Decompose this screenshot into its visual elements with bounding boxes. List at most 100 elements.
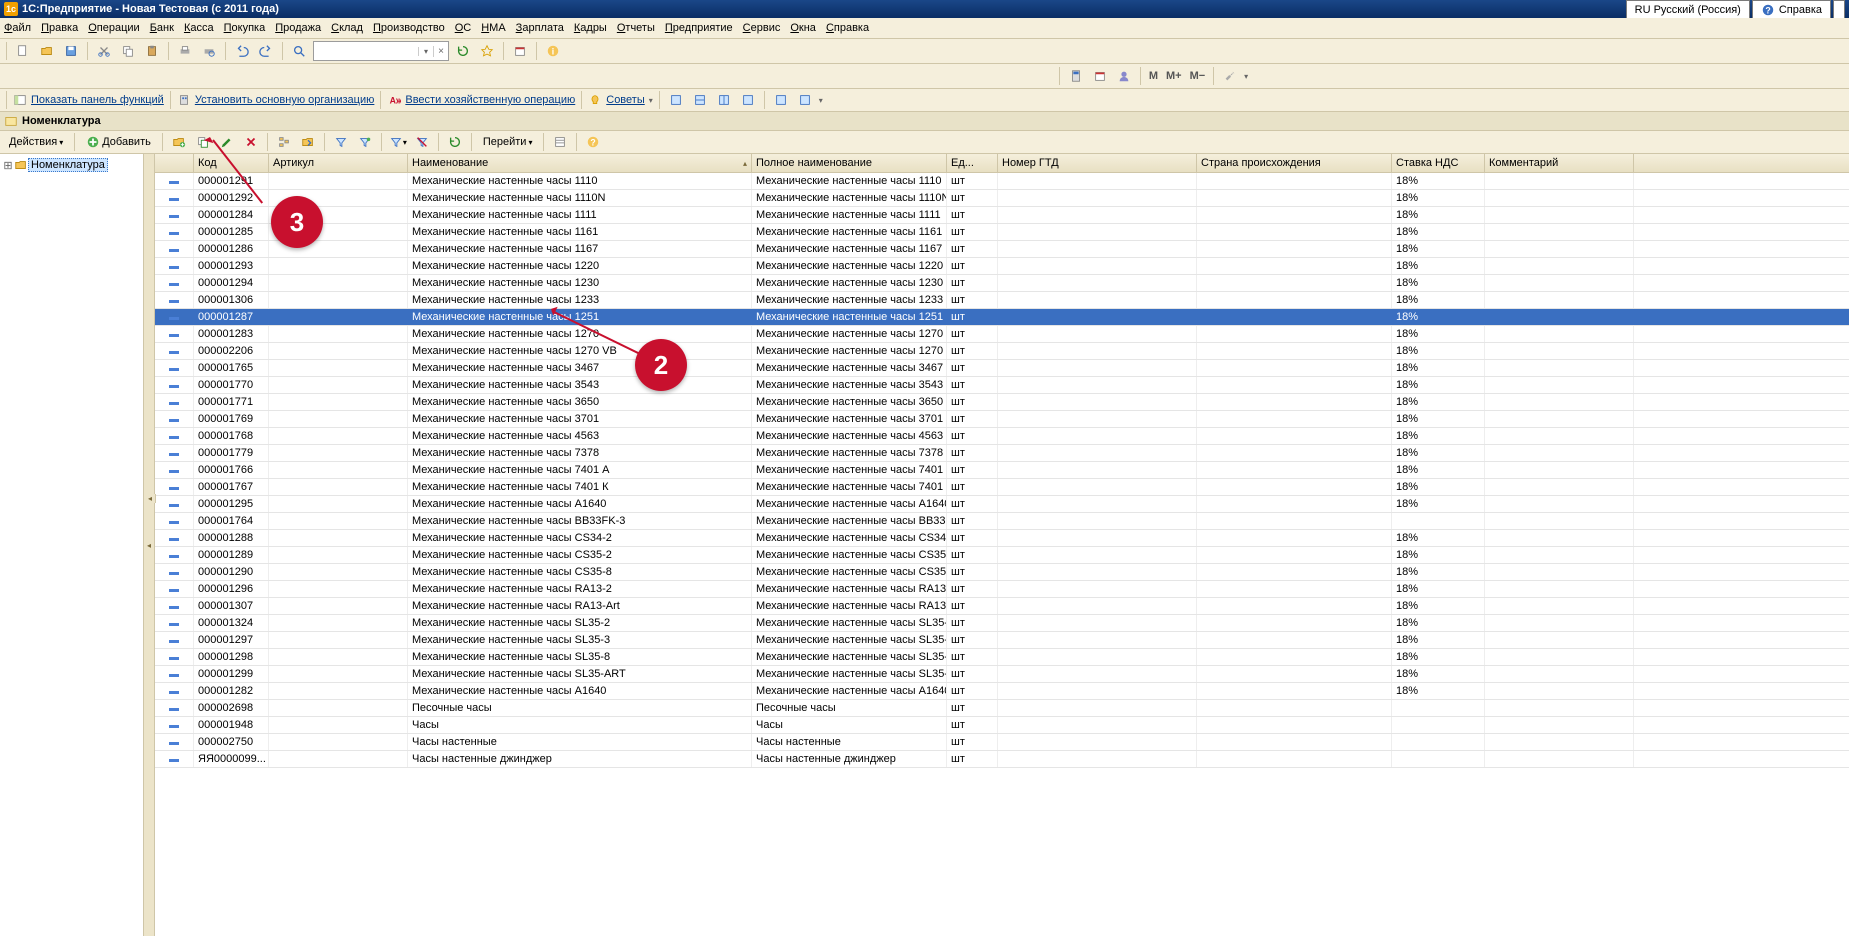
combo-drop-icon[interactable]: ▾	[418, 47, 433, 56]
menu-item[interactable]: Окна	[790, 22, 816, 34]
table-row[interactable]: ▬000001299Механические настенные часы SL…	[155, 666, 1849, 683]
delete-icon[interactable]	[241, 132, 261, 152]
copy-icon[interactable]	[118, 41, 138, 61]
table-row[interactable]: ▬000001293Механические настенные часы 12…	[155, 258, 1849, 275]
table-row[interactable]: ▬000001297Механические настенные часы SL…	[155, 632, 1849, 649]
actions-button[interactable]: Действия▾	[4, 132, 68, 152]
undo-icon[interactable]	[232, 41, 252, 61]
hierarchy-icon[interactable]	[274, 132, 294, 152]
table-row[interactable]: ▬000001306Механические настенные часы 12…	[155, 292, 1849, 309]
search-combo[interactable]: ▾ ×	[313, 41, 449, 61]
menu-item[interactable]: Склад	[331, 22, 363, 34]
menu-item[interactable]: Кадры	[574, 22, 607, 34]
col-nds[interactable]: Ставка НДС	[1392, 154, 1485, 172]
menu-item[interactable]: Производство	[373, 22, 445, 34]
table-row[interactable]: ▬000001324Механические настенные часы SL…	[155, 615, 1849, 632]
report1-icon[interactable]	[666, 90, 686, 110]
tree-root-row[interactable]: ⊞ Номенклатура	[0, 154, 143, 176]
move-icon[interactable]	[298, 132, 318, 152]
language-tab[interactable]: RU Русский (Россия)	[1626, 0, 1750, 18]
refresh-icon[interactable]	[453, 41, 473, 61]
menu-item[interactable]: Файл	[4, 22, 31, 34]
table-row[interactable]: ▬000001287Механические настенные часы 12…	[155, 309, 1849, 326]
refresh2-icon[interactable]	[445, 132, 465, 152]
col-name[interactable]: Наименование	[408, 154, 752, 172]
wrench-icon[interactable]	[1220, 66, 1240, 86]
menu-item[interactable]: Банк	[150, 22, 174, 34]
redo-icon[interactable]	[256, 41, 276, 61]
print-preview-icon[interactable]	[199, 41, 219, 61]
menu-item[interactable]: Предприятие	[665, 22, 733, 34]
tree-root-label[interactable]: Номенклатура	[28, 158, 108, 172]
save-icon[interactable]	[61, 41, 81, 61]
table-row[interactable]: ▬000001288Механические настенные часы CS…	[155, 530, 1849, 547]
splitter-left[interactable]: ◂	[144, 154, 155, 936]
table-row[interactable]: ▬000001307Механические настенные часы RA…	[155, 598, 1849, 615]
col-unit[interactable]: Ед...	[947, 154, 998, 172]
report4-icon[interactable]	[738, 90, 758, 110]
favorites-icon[interactable]	[477, 41, 497, 61]
memory-m[interactable]: M	[1147, 70, 1160, 82]
table-row[interactable]: ▬000001948ЧасыЧасышт	[155, 717, 1849, 734]
table-row[interactable]: ▬000001765Механические настенные часы 34…	[155, 360, 1849, 377]
filter-off-icon[interactable]	[412, 132, 432, 152]
table-row[interactable]: ▬000001295Механические настенные часы A1…	[155, 496, 1849, 513]
col-full[interactable]: Полное наименование	[752, 154, 947, 172]
table-row[interactable]: ▬000001771Механические настенные часы 36…	[155, 394, 1849, 411]
table-row[interactable]: ▬000001769Механические настенные часы 37…	[155, 411, 1849, 428]
menu-item[interactable]: Касса	[184, 22, 214, 34]
col-art[interactable]: Артикул	[269, 154, 408, 172]
search-icon[interactable]	[289, 41, 309, 61]
table-row[interactable]: ▬000001294Механические настенные часы 12…	[155, 275, 1849, 292]
memory-mminus[interactable]: M−	[1188, 70, 1208, 82]
report2-icon[interactable]	[690, 90, 710, 110]
table-row[interactable]: ▬000001285Механические настенные часы 11…	[155, 224, 1849, 241]
filter3-icon[interactable]: ▾	[388, 132, 408, 152]
calc-icon[interactable]	[1066, 66, 1086, 86]
report6-icon[interactable]	[795, 90, 815, 110]
table-row[interactable]: ▬000001282Механические настенные часы А1…	[155, 683, 1849, 700]
add-button[interactable]: Добавить	[81, 132, 156, 152]
table-row[interactable]: ▬000001289Механические настенные часы CS…	[155, 547, 1849, 564]
menu-item[interactable]: Продажа	[275, 22, 321, 34]
table-row[interactable]: ▬000001283Механические настенные часы 12…	[155, 326, 1849, 343]
combo-clear-icon[interactable]: ×	[433, 46, 448, 57]
calendar-icon[interactable]	[510, 41, 530, 61]
tips-link[interactable]: Советы	[606, 94, 644, 106]
splitter-bottom[interactable]: ◂	[145, 494, 156, 503]
cut-icon[interactable]	[94, 41, 114, 61]
table-row[interactable]: ▬000001296Механические настенные часы RA…	[155, 581, 1849, 598]
report5-icon[interactable]	[771, 90, 791, 110]
col-index[interactable]	[155, 154, 194, 172]
add-folder-icon[interactable]	[169, 132, 189, 152]
col-gtd[interactable]: Номер ГТД	[998, 154, 1197, 172]
open-icon[interactable]	[37, 41, 57, 61]
menu-item[interactable]: Отчеты	[617, 22, 655, 34]
table-row[interactable]: ▬000001766Механические настенные часы 74…	[155, 462, 1849, 479]
goto-button[interactable]: Перейти▾	[478, 132, 538, 152]
table-row[interactable]: ▬000001764Механические настенные часы BB…	[155, 513, 1849, 530]
table-row[interactable]: ▬000001768Механические настенные часы 45…	[155, 428, 1849, 445]
set-org-link[interactable]: Установить основную организацию	[195, 94, 375, 106]
table-row[interactable]: ▬000001291Механические настенные часы 11…	[155, 173, 1849, 190]
menu-item[interactable]: НМА	[481, 22, 505, 34]
filter1-icon[interactable]	[331, 132, 351, 152]
menu-item[interactable]: Покупка	[224, 22, 266, 34]
table-row[interactable]: ▬000002698Песочные часыПесочные часышт	[155, 700, 1849, 717]
show-panel-link[interactable]: Показать панель функций	[31, 94, 164, 106]
menu-item[interactable]: Правка	[41, 22, 78, 34]
print-icon[interactable]	[175, 41, 195, 61]
table-row[interactable]: ▬000001292Механические настенные часы 11…	[155, 190, 1849, 207]
table-row[interactable]: ▬000001290Механические настенные часы CS…	[155, 564, 1849, 581]
table-row[interactable]: ▬000002750Часы настенныеЧасы настенныешт	[155, 734, 1849, 751]
menu-item[interactable]: Сервис	[743, 22, 781, 34]
window-tab-label[interactable]: Номенклатура	[22, 115, 101, 127]
help-tab[interactable]: ? Справка	[1752, 0, 1831, 18]
table-row[interactable]: ▬000002206Механические настенные часы 12…	[155, 343, 1849, 360]
filter2-icon[interactable]	[355, 132, 375, 152]
help2-icon[interactable]: ?	[583, 132, 603, 152]
menu-item[interactable]: Справка	[826, 22, 869, 34]
col-comment[interactable]: Комментарий	[1485, 154, 1634, 172]
paste-icon[interactable]	[142, 41, 162, 61]
menu-item[interactable]: Зарплата	[516, 22, 564, 34]
